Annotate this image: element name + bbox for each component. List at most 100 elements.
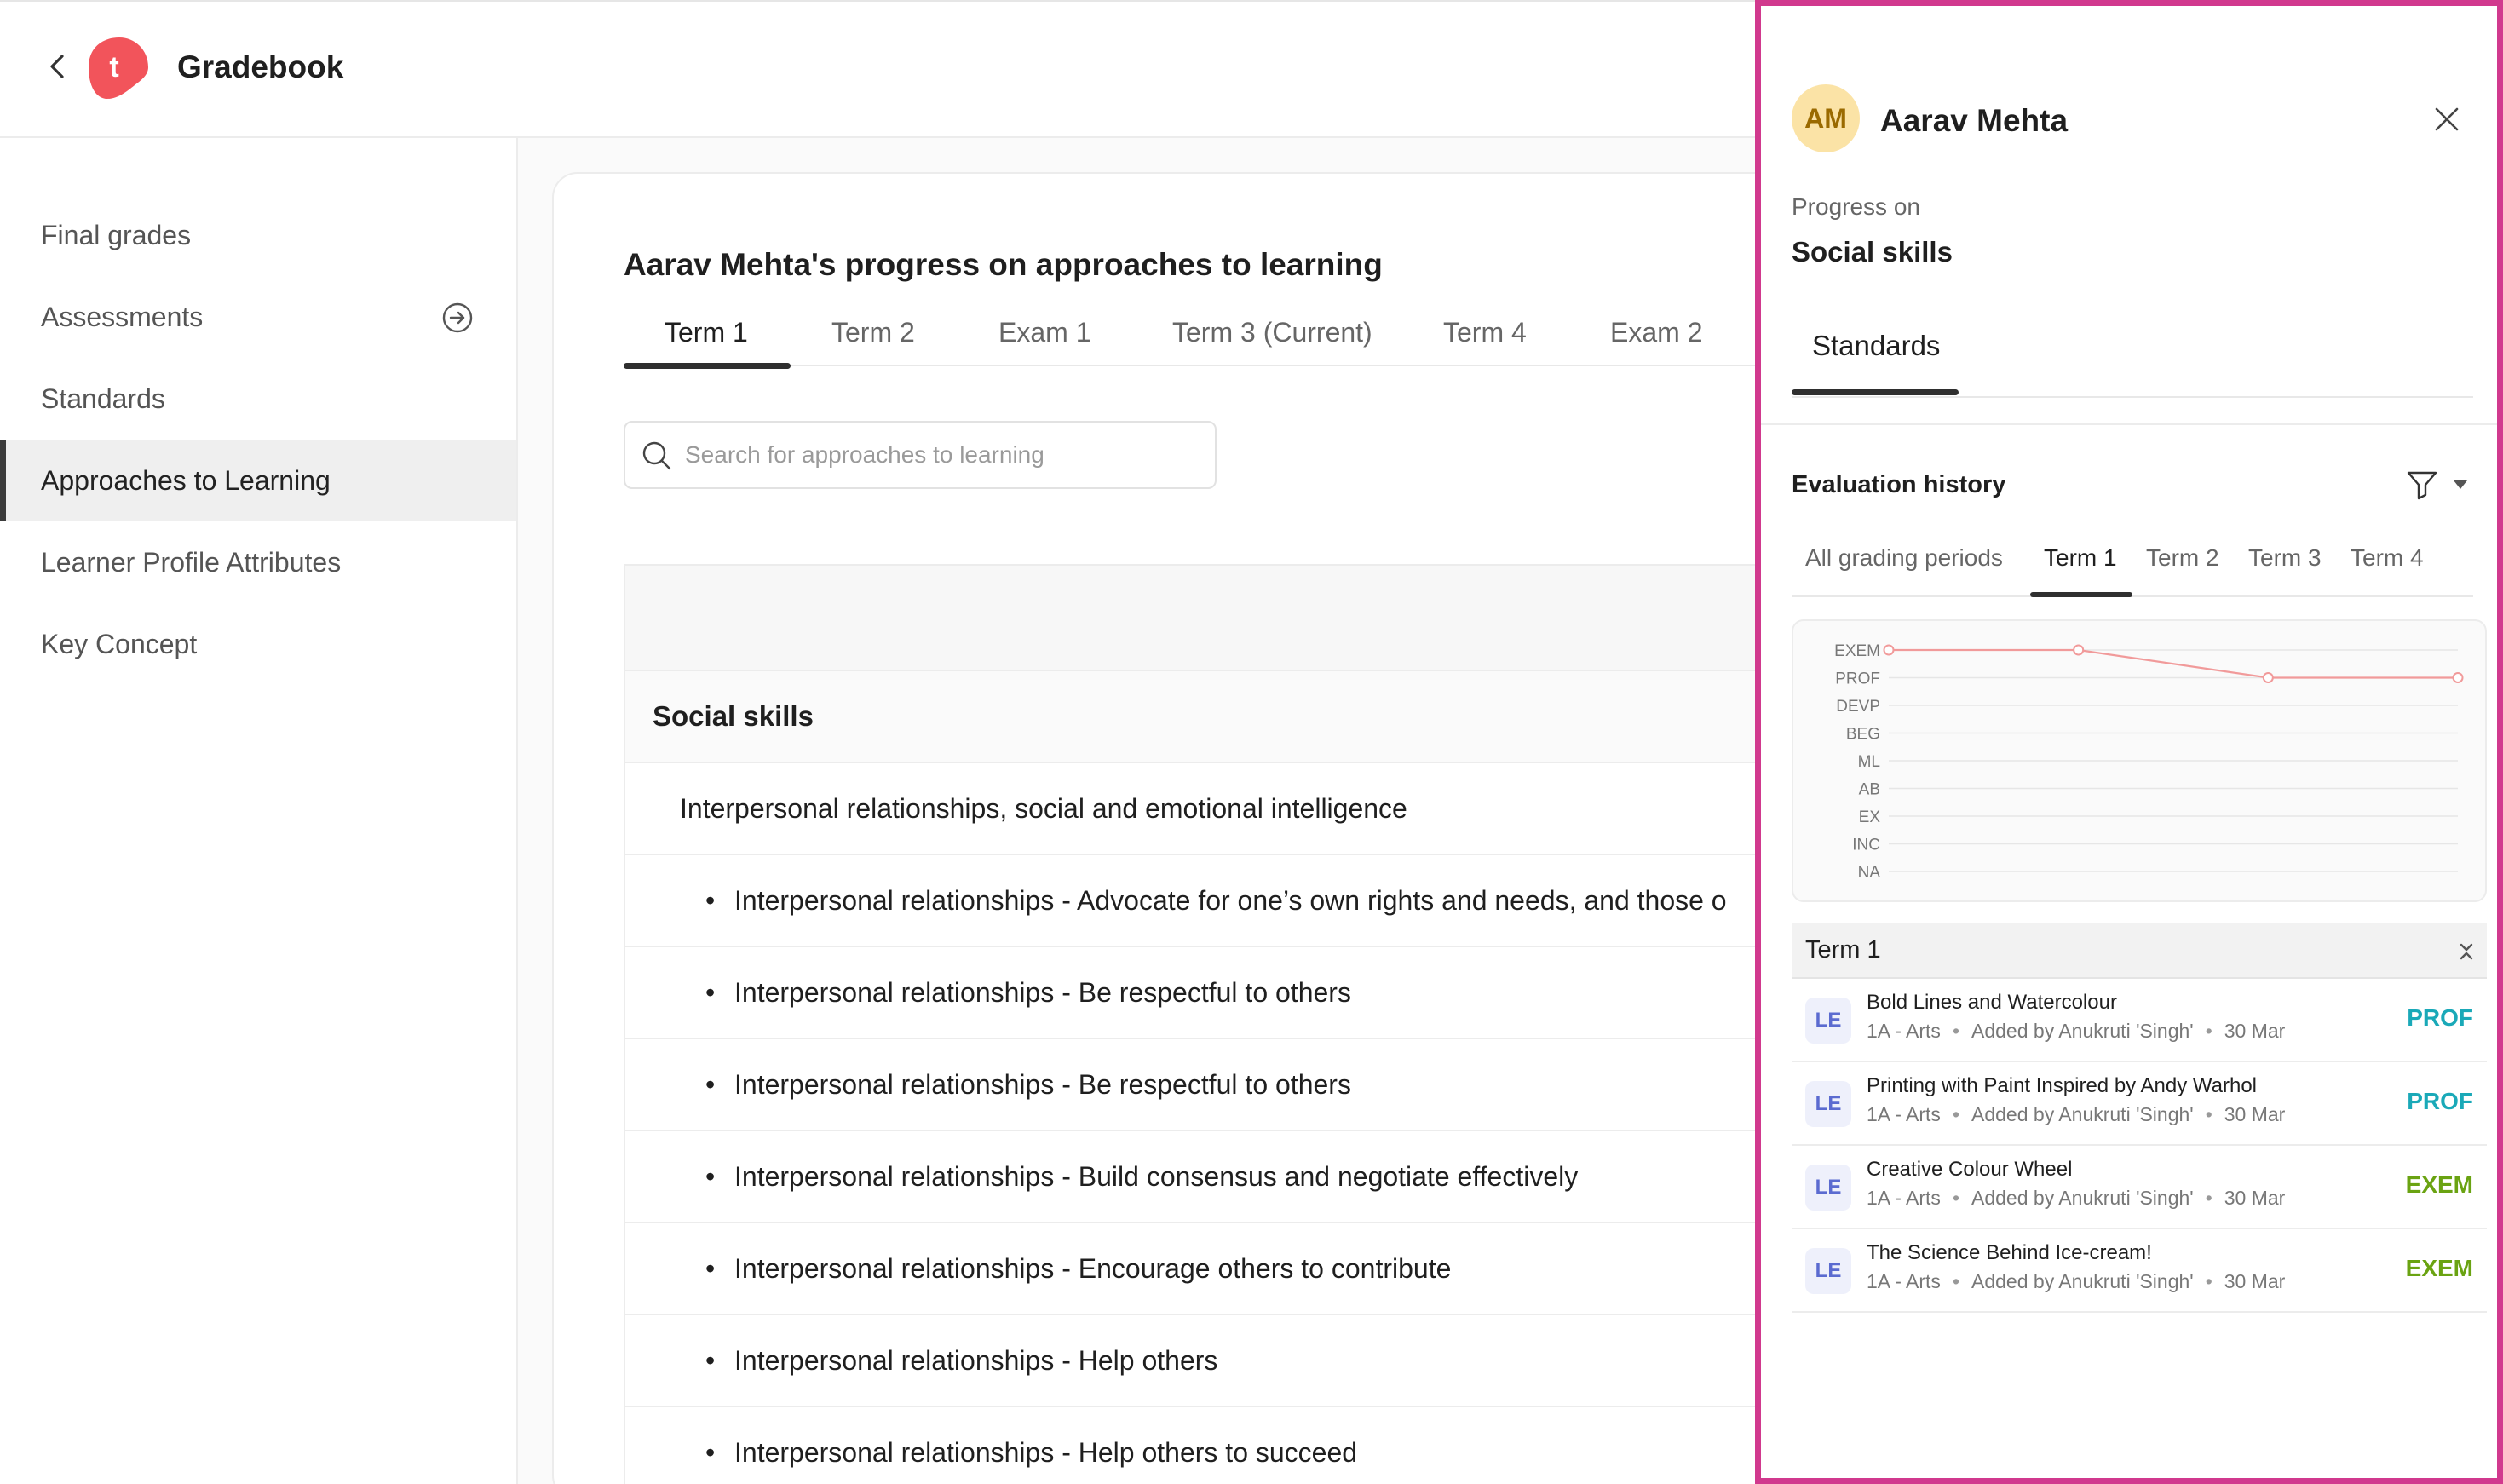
sidebar-item-final-grades[interactable]: Final grades <box>0 194 516 276</box>
tab-standards[interactable]: Standards <box>1812 330 1940 362</box>
search-icon <box>642 441 671 470</box>
evaluation-name: Creative Colour Wheel <box>1867 1158 2073 1181</box>
evaluation-grade: PROF <box>2407 1088 2473 1114</box>
sidebar-item-label: Assessments <box>41 301 204 332</box>
main-content: Aarav Mehta's progress on approaches to … <box>518 138 1833 1484</box>
bullet-icon: • <box>705 1160 716 1192</box>
y-tick-label: ML <box>1858 753 1880 771</box>
tab-term-4[interactable]: Term 4 <box>1443 317 1527 366</box>
evaluation-item[interactable]: LE The Science Behind Ice-cream! 1A - Ar… <box>1792 1229 2487 1313</box>
dot-separator: • <box>2205 1020 2212 1042</box>
bullet-icon: • <box>705 1252 716 1284</box>
y-tick-label: PROF <box>1835 670 1880 688</box>
evaluation-grade: EXEM <box>2405 1255 2473 1281</box>
dot-separator: • <box>2205 1187 2212 1209</box>
row-label: Interpersonal relationships - Be respect… <box>734 976 1351 1008</box>
tab-term-1[interactable]: Term 1 <box>665 317 748 366</box>
evaluation-added-by: Added by Anukruti 'Singh' <box>1971 1270 2194 1292</box>
term-section-header[interactable]: Term 1 <box>1792 923 2487 979</box>
active-tab-indicator <box>1792 389 1959 395</box>
tab-exam-1[interactable]: Exam 1 <box>998 317 1090 366</box>
progress-label: Progress on <box>1792 193 1920 220</box>
sidebar-item-learner-profile-attributes[interactable]: Learner Profile Attributes <box>0 521 516 603</box>
sidebar-item-key-concept[interactable]: Key Concept <box>0 603 516 685</box>
table-row-subgroup[interactable]: Interpersonal relationships, social and … <box>625 763 1832 855</box>
active-tab-indicator <box>2030 592 2132 597</box>
close-icon[interactable] <box>2432 105 2461 134</box>
tab-term-2[interactable]: Term 2 <box>831 317 915 366</box>
evaluation-class: 1A - Arts <box>1867 1187 1941 1209</box>
evaluation-item[interactable]: LE Creative Colour Wheel 1A - Arts • Added… <box>1792 1146 2487 1229</box>
table-row[interactable]: • Interpersonal relationships - Advocate… <box>625 855 1832 947</box>
search-box <box>624 421 1217 489</box>
filter-icon[interactable] <box>2405 468 2439 502</box>
tab-eval-term-3[interactable]: Term 3 <box>2248 544 2322 572</box>
app-title: Gradebook <box>177 49 344 84</box>
tab-exam-2[interactable]: Exam 2 <box>1610 317 1702 366</box>
data-point <box>2073 644 2085 656</box>
evaluation-added-by: Added by Anukruti 'Singh' <box>1971 1103 2194 1125</box>
evaluation-name: Printing with Paint Inspired by Andy War… <box>1867 1074 2258 1097</box>
sidebar-item-assessments[interactable]: Assessments <box>0 276 516 358</box>
sidebar-item-label: Final grades <box>41 219 192 250</box>
table-row[interactable]: • Interpersonal relationships - Be respe… <box>625 947 1832 1039</box>
table-header <box>625 566 1832 671</box>
data-point <box>2262 672 2274 683</box>
row-label: Interpersonal relationships - Be respect… <box>734 1068 1351 1100</box>
evaluation-type-badge: LE <box>1805 1081 1851 1127</box>
dot-separator: • <box>2205 1103 2212 1125</box>
arrow-circle-right-icon[interactable] <box>441 302 474 334</box>
table-row[interactable]: • Interpersonal relationships - Be respe… <box>625 1039 1832 1131</box>
evaluation-class: 1A - Arts <box>1867 1270 1941 1292</box>
search-input[interactable] <box>685 438 1196 472</box>
table-row[interactable]: • Interpersonal relationships - Build co… <box>625 1131 1832 1223</box>
dot-separator: • <box>1952 1270 1959 1292</box>
y-tick-label: EXEM <box>1834 642 1880 660</box>
divider <box>1761 423 2497 425</box>
term-tabs: Term 1 Term 2 Exam 1 Term 3 (Current) Te… <box>624 317 1816 369</box>
evaluation-meta: 1A - Arts • Added by Anukruti 'Singh' • 30 M… <box>1867 1020 2285 1043</box>
bullet-icon: • <box>705 1344 716 1376</box>
bullet-icon: • <box>705 884 716 916</box>
page-title: Aarav Mehta's progress on approaches to … <box>624 247 1383 282</box>
term-section-title: Term 1 <box>1805 936 1881 963</box>
row-label: Interpersonal relationships - Help other… <box>734 1436 1358 1468</box>
evaluation-grade: EXEM <box>2405 1171 2473 1198</box>
series-line <box>1889 648 2458 679</box>
back-icon[interactable] <box>43 51 73 82</box>
tab-eval-term-1[interactable]: Term 1 <box>2044 544 2117 572</box>
panel-tabs: Standards <box>1792 325 2473 398</box>
sidebar: Final grades Assessments Standards Appro… <box>0 138 518 1484</box>
dot-separator: • <box>1952 1103 1959 1125</box>
evaluation-item[interactable]: LE Printing with Paint Inspired by Andy … <box>1792 1062 2487 1146</box>
progress-card: Aarav Mehta's progress on approaches to … <box>552 172 1833 1484</box>
table-row[interactable]: • Interpersonal relationships - Help oth… <box>625 1315 1832 1407</box>
collapse-icon[interactable] <box>2456 941 2477 962</box>
evaluation-meta: 1A - Arts • Added by Anukruti 'Singh' • 30 M… <box>1867 1103 2285 1126</box>
top-header: t Gradebook <box>0 0 1755 138</box>
table-row[interactable]: • Interpersonal relationships - Encourag… <box>625 1223 1832 1315</box>
row-label: Interpersonal relationships - Encourage … <box>734 1252 1452 1284</box>
tab-term-3-current[interactable]: Term 3 (Current) <box>1172 317 1372 366</box>
sidebar-item-standards[interactable]: Standards <box>0 358 516 440</box>
tab-eval-term-2[interactable]: Term 2 <box>2146 544 2219 572</box>
evaluation-class: 1A - Arts <box>1867 1103 1941 1125</box>
chevron-down-icon[interactable] <box>2453 480 2468 490</box>
dot-separator: • <box>1952 1020 1959 1042</box>
data-point <box>2452 672 2464 683</box>
tab-all-grading-periods[interactable]: All grading periods <box>1805 544 2003 572</box>
sidebar-item-label: Key Concept <box>41 628 198 659</box>
table-row-group[interactable]: Social skills <box>625 671 1832 763</box>
evaluation-item[interactable]: LE Bold Lines and Watercolour 1A - Arts •… <box>1792 979 2487 1062</box>
subgroup-label: Interpersonal relationships, social and … <box>680 792 1407 824</box>
y-tick-label: BEG <box>1846 726 1880 744</box>
evaluation-added-by: Added by Anukruti 'Singh' <box>1971 1020 2194 1042</box>
y-tick-label: EX <box>1859 808 1881 826</box>
sidebar-item-approaches-to-learning[interactable]: Approaches to Learning <box>0 440 516 521</box>
evaluation-date: 30 Mar <box>2224 1020 2286 1042</box>
evaluation-history-title: Evaluation history <box>1792 471 2006 498</box>
evaluation-meta: 1A - Arts • Added by Anukruti 'Singh' • 30 M… <box>1867 1187 2285 1210</box>
group-label: Social skills <box>653 700 814 732</box>
table-row[interactable]: • Interpersonal relationships - Help oth… <box>625 1407 1832 1484</box>
tab-eval-term-4[interactable]: Term 4 <box>2351 544 2424 572</box>
